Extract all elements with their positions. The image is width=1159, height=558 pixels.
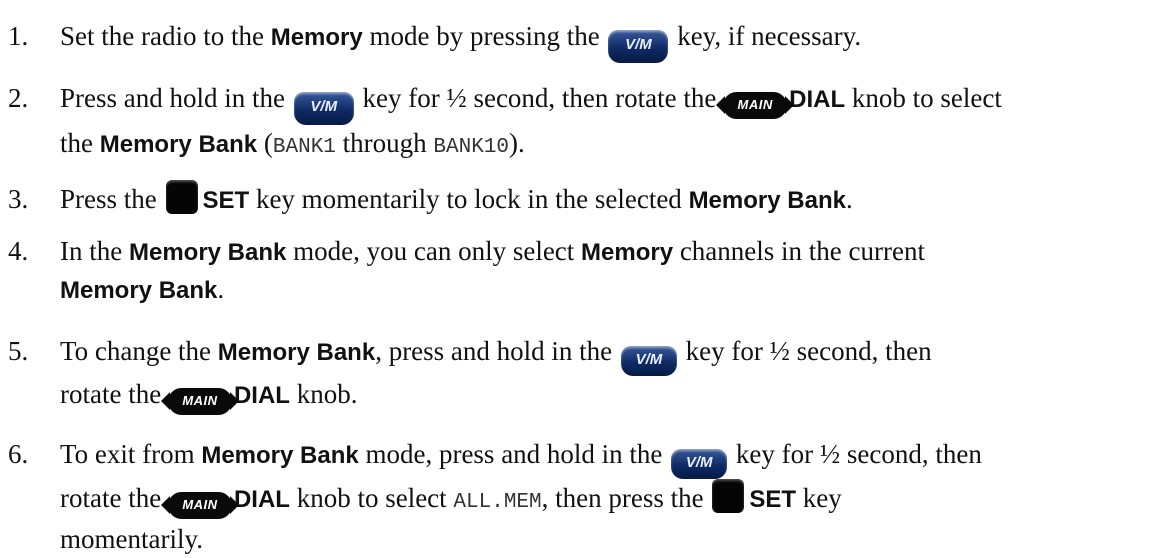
step-5: 5. To change the Memory Bank, press and h… bbox=[8, 333, 1148, 415]
step-number: 4. bbox=[8, 236, 29, 266]
step-3: 3. Press the SET key momentarily to lock … bbox=[8, 180, 1148, 219]
text: ). bbox=[509, 128, 525, 158]
text: knob. bbox=[289, 379, 358, 409]
dial-label: DIAL bbox=[789, 86, 846, 113]
text: Press the bbox=[60, 184, 164, 214]
step-1: 1. Set the radio to the Memory mode by pr… bbox=[8, 18, 1148, 63]
text: Press and hold in the bbox=[60, 83, 292, 113]
text: . bbox=[217, 274, 225, 304]
bold-term: Memory bbox=[270, 24, 363, 51]
main-dial-icon: MAIN bbox=[160, 492, 239, 519]
bold-term: Memory Bank bbox=[128, 239, 287, 266]
dial-label: DIAL bbox=[233, 486, 290, 513]
text: mode, you can only select bbox=[286, 236, 582, 266]
text: mode, press and hold in the bbox=[358, 439, 670, 469]
step-number: 3. bbox=[8, 184, 29, 214]
text: mode by pressing the bbox=[362, 21, 607, 51]
text: rotate the bbox=[60, 379, 168, 409]
text: key for ½ second, then bbox=[678, 336, 932, 366]
text: key for ½ second, then rotate the bbox=[355, 83, 724, 113]
main-dial-icon: MAIN bbox=[716, 92, 795, 119]
vm-key-icon: V/M bbox=[293, 92, 354, 125]
step-number: 5. bbox=[8, 336, 29, 366]
bold-term: Memory Bank bbox=[688, 187, 846, 214]
vm-key-icon: V/M bbox=[608, 30, 669, 63]
text: channels in the current bbox=[673, 236, 925, 266]
set-label: SET bbox=[202, 187, 250, 214]
text: the bbox=[60, 128, 100, 158]
step-4: 4. In the Memory Bank mode, you can only … bbox=[8, 233, 1148, 309]
bold-term: Memory Bank bbox=[60, 277, 218, 304]
step-6: 6. To exit from Memory Bank mode, press a… bbox=[8, 436, 1148, 558]
text: In the bbox=[60, 236, 129, 266]
text: . bbox=[845, 184, 853, 214]
display-text: BANK1 bbox=[272, 136, 336, 159]
bold-term: Memory Bank bbox=[217, 339, 376, 366]
main-dial-icon: MAIN bbox=[160, 388, 239, 415]
vm-key-icon: V/M bbox=[620, 346, 677, 376]
text: key for ½ second, then bbox=[729, 439, 982, 469]
bold-term: Memory Bank bbox=[99, 131, 258, 158]
text: ( bbox=[257, 128, 273, 158]
instruction-list: 1. Set the radio to the Memory mode by pr… bbox=[0, 0, 1159, 554]
step-2: 2. Press and hold in the V/M key for ½ se… bbox=[8, 80, 1148, 166]
text: momentarily. bbox=[60, 524, 203, 554]
text: key, if necessary. bbox=[670, 21, 862, 51]
display-text: BANK10 bbox=[433, 136, 510, 159]
vm-key-icon: V/M bbox=[671, 449, 728, 479]
text: , then press the bbox=[541, 483, 711, 513]
bold-term: Memory bbox=[581, 239, 674, 266]
set-key-icon bbox=[712, 479, 745, 513]
text: To exit from bbox=[60, 439, 202, 469]
text: key bbox=[796, 483, 842, 513]
display-text: ALL.MEM bbox=[453, 491, 542, 514]
text: knob to select bbox=[845, 83, 1002, 113]
text: Set the radio to the bbox=[60, 21, 271, 51]
set-label: SET bbox=[749, 486, 797, 513]
step-number: 6. bbox=[8, 439, 29, 469]
text: rotate the bbox=[60, 483, 168, 513]
text: , press and hold in the bbox=[375, 336, 619, 366]
step-number: 2. bbox=[8, 83, 29, 113]
text: knob to select bbox=[289, 483, 454, 513]
step-number: 1. bbox=[8, 21, 29, 51]
text: through bbox=[335, 128, 434, 158]
text: key momentarily to lock in the selected bbox=[249, 184, 689, 214]
text: To change the bbox=[60, 336, 218, 366]
set-key-icon bbox=[165, 180, 198, 214]
dial-label: DIAL bbox=[233, 382, 290, 409]
bold-term: Memory Bank bbox=[201, 442, 359, 469]
